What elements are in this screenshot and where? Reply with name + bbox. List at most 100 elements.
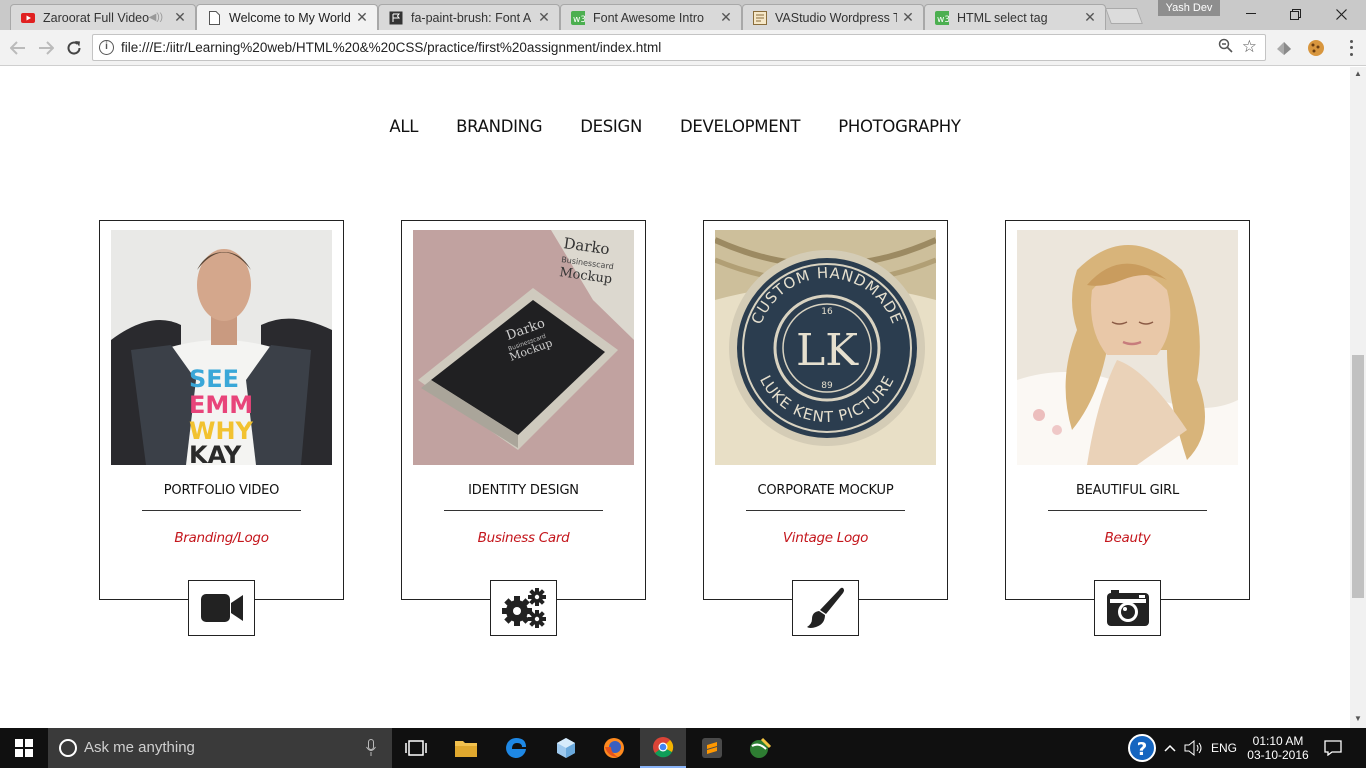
volume-icon[interactable] bbox=[1182, 728, 1206, 768]
browser-tab[interactable]: w3 HTML select tag ✕ bbox=[924, 4, 1106, 30]
browser-tab[interactable]: VAStudio Wordpress Te ✕ bbox=[742, 4, 924, 30]
language-indicator[interactable]: ENG bbox=[1208, 728, 1240, 768]
portfolio-category[interactable]: Beauty bbox=[1006, 530, 1249, 546]
portfolio-category[interactable]: Business Card bbox=[402, 530, 645, 546]
svg-text:w3: w3 bbox=[937, 15, 949, 25]
tab-title: HTML select tag bbox=[957, 10, 1048, 25]
browser-menu-icon[interactable] bbox=[1346, 38, 1356, 58]
shirt-print-line-2: EMM bbox=[189, 391, 253, 419]
profile-badge[interactable]: Yash Dev bbox=[1158, 0, 1220, 16]
clock-date: 03-10-2016 bbox=[1247, 748, 1309, 762]
minimize-icon[interactable] bbox=[1228, 0, 1274, 28]
portfolio-category[interactable]: Vintage Logo bbox=[704, 530, 947, 546]
close-tab-icon[interactable]: ✕ bbox=[719, 9, 733, 26]
portfolio-title: CORPORATE MOCKUP bbox=[757, 483, 894, 498]
svg-text:?: ? bbox=[1137, 739, 1147, 760]
browser-toolbar: i file:///E:/iitr/Learning%20web/HTML%20… bbox=[0, 30, 1366, 66]
shirt-print-line-4: KAY bbox=[189, 441, 242, 465]
flag-icon bbox=[389, 11, 403, 25]
filter-development[interactable]: DEVELOPMENT bbox=[680, 117, 800, 136]
portfolio-photo[interactable]: SEE EMM WHY KAY bbox=[111, 230, 332, 465]
extension-icon[interactable] bbox=[1274, 38, 1294, 58]
chrome-icon[interactable] bbox=[640, 728, 686, 768]
search-placeholder: Ask me anything bbox=[84, 739, 195, 756]
web-page: ALL BRANDING DESIGN DEVELOPMENT PHOTOGRA… bbox=[0, 67, 1350, 728]
tab-title: VAStudio Wordpress Te bbox=[775, 10, 897, 25]
theme-icon bbox=[753, 10, 767, 25]
portfolio-category[interactable]: Branding/Logo bbox=[100, 530, 343, 546]
cookie-icon[interactable] bbox=[1306, 38, 1326, 58]
browser-tab[interactable]: w3 Font Awesome Intro ✕ bbox=[560, 4, 742, 30]
scrollbar-thumb[interactable] bbox=[1352, 355, 1364, 598]
svg-text:w3: w3 bbox=[573, 15, 585, 25]
paint-brush-icon[interactable] bbox=[792, 580, 859, 636]
new-tab-button[interactable] bbox=[1105, 8, 1143, 24]
show-hidden-icons-icon[interactable] bbox=[1160, 728, 1180, 768]
back-arrow-icon[interactable] bbox=[6, 36, 30, 60]
portfolio-photo[interactable]: CUSTOM HANDMADE LUKE KENT PICTURE LK 16 … bbox=[715, 230, 936, 465]
file-explorer-icon[interactable] bbox=[446, 728, 486, 768]
badge-number-top: 16 bbox=[821, 307, 833, 317]
filter-photography[interactable]: PHOTOGRAPHY bbox=[838, 117, 961, 136]
app-cube-icon[interactable] bbox=[546, 728, 586, 768]
microphone-icon[interactable] bbox=[366, 739, 376, 757]
shirt-print-line-1: SEE bbox=[189, 365, 239, 393]
mute-icon[interactable]: ◀)) bbox=[149, 12, 163, 23]
restore-icon[interactable] bbox=[1272, 0, 1318, 28]
portfolio-photo[interactable] bbox=[1017, 230, 1238, 465]
help-icon[interactable]: ? bbox=[1126, 728, 1158, 768]
close-tab-icon[interactable]: ✕ bbox=[355, 9, 369, 26]
page-icon bbox=[207, 10, 221, 25]
gears-icon[interactable] bbox=[490, 580, 557, 636]
browser-tab[interactable]: Zaroorat Full Video ◀)) ✕ bbox=[10, 4, 196, 30]
forward-arrow-icon[interactable] bbox=[34, 36, 58, 60]
portfolio-card[interactable]: BEAUTIFUL GIRL Beauty bbox=[1005, 220, 1250, 636]
windows-start-icon[interactable] bbox=[0, 728, 48, 768]
divider bbox=[1048, 510, 1207, 511]
firefox-icon[interactable] bbox=[594, 728, 634, 768]
address-bar[interactable]: i file:///E:/iitr/Learning%20web/HTML%20… bbox=[92, 34, 1266, 61]
video-camera-icon[interactable] bbox=[188, 580, 255, 636]
portfolio-title: IDENTITY DESIGN bbox=[468, 483, 579, 498]
zoom-icon[interactable] bbox=[1218, 38, 1233, 57]
filter-design[interactable]: DESIGN bbox=[580, 117, 642, 136]
portfolio-card[interactable]: Darko Businesscard Mockup Darko Business… bbox=[401, 220, 646, 636]
task-view-icon[interactable] bbox=[396, 728, 436, 768]
browser-tab-strip: Zaroorat Full Video ◀)) ✕ Welcome to My … bbox=[0, 0, 1366, 30]
close-tab-icon[interactable]: ✕ bbox=[1083, 9, 1097, 26]
notifications-icon[interactable] bbox=[1318, 728, 1348, 768]
portfolio-card[interactable]: SEE EMM WHY KAY PORTFOLIO VIDEO Branding… bbox=[99, 220, 344, 636]
scroll-down-icon[interactable]: ▼ bbox=[1354, 714, 1362, 723]
clock[interactable]: 01:10 AM 03-10-2016 bbox=[1244, 728, 1312, 768]
info-icon[interactable]: i bbox=[99, 40, 114, 55]
cortana-icon bbox=[59, 739, 77, 757]
tab-title: Font Awesome Intro bbox=[593, 10, 704, 25]
globe-app-icon[interactable] bbox=[740, 728, 780, 768]
tab-title: Zaroorat Full Video bbox=[43, 10, 149, 25]
close-tab-icon[interactable]: ✕ bbox=[537, 9, 551, 26]
cortana-search-box[interactable]: Ask me anything bbox=[48, 728, 392, 768]
reload-icon[interactable] bbox=[62, 36, 86, 60]
camera-icon[interactable] bbox=[1094, 580, 1161, 636]
url-text[interactable]: file:///E:/iitr/Learning%20web/HTML%20&%… bbox=[121, 40, 661, 55]
tab-title: fa-paint-brush: Font A bbox=[411, 10, 532, 25]
filter-all[interactable]: ALL bbox=[389, 117, 418, 136]
clock-time: 01:10 AM bbox=[1252, 734, 1304, 748]
page-scrollbar[interactable]: ▲ ▼ bbox=[1350, 67, 1366, 728]
browser-tab[interactable]: fa-paint-brush: Font A ✕ bbox=[378, 4, 560, 30]
youtube-icon bbox=[21, 11, 35, 25]
close-tab-icon[interactable]: ✕ bbox=[173, 9, 187, 26]
scroll-up-icon[interactable]: ▲ bbox=[1354, 69, 1362, 78]
browser-tab[interactable]: Welcome to My World ✕ bbox=[196, 4, 378, 30]
portfolio-filter-nav: ALL BRANDING DESIGN DEVELOPMENT PHOTOGRA… bbox=[0, 117, 1350, 136]
divider bbox=[444, 510, 603, 511]
portfolio-card[interactable]: CUSTOM HANDMADE LUKE KENT PICTURE LK 16 … bbox=[703, 220, 948, 636]
bookmark-star-icon[interactable]: ☆ bbox=[1242, 37, 1257, 57]
portfolio-photo[interactable]: Darko Businesscard Mockup Darko Business… bbox=[413, 230, 634, 465]
close-tab-icon[interactable]: ✕ bbox=[901, 9, 915, 26]
filter-branding[interactable]: BRANDING bbox=[456, 117, 542, 136]
sublime-text-icon[interactable] bbox=[692, 728, 732, 768]
tab-title: Welcome to My World bbox=[229, 10, 351, 25]
edge-browser-icon[interactable] bbox=[496, 728, 536, 768]
close-window-icon[interactable] bbox=[1318, 0, 1364, 28]
